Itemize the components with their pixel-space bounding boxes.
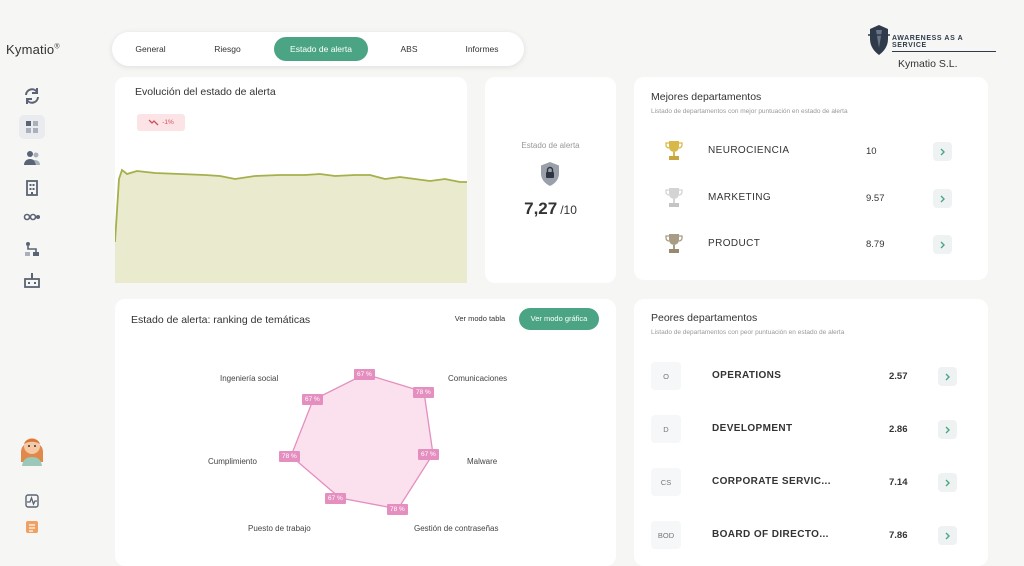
alert-state-card: Estado de alerta 7,27/10 <box>485 77 616 283</box>
workflow-icon[interactable] <box>19 237 45 261</box>
best-dept-row[interactable]: MARKETING 9.57 <box>634 184 988 214</box>
worst-dept-row[interactable]: CS CORPORATE SERVIC... 7.14 <box>634 468 988 498</box>
worst-departments-subtitle: Listado de departamentos con peor puntua… <box>651 329 845 336</box>
shield-logo-icon <box>868 25 890 55</box>
evolution-title: Evolución del estado de alerta <box>135 86 276 98</box>
evolution-area <box>115 170 467 283</box>
radar-label-comunicaciones: Comunicaciones <box>448 374 508 383</box>
document-icon[interactable] <box>19 515 45 539</box>
sidebar: Kymatio® <box>0 0 64 566</box>
dept-detail-button[interactable] <box>933 189 952 208</box>
refresh-icon[interactable] <box>19 84 45 108</box>
ranking-card: Estado de alerta: ranking de temáticas V… <box>115 299 616 566</box>
best-dept-row[interactable]: PRODUCT 8.79 <box>634 230 988 260</box>
user-avatar[interactable] <box>18 432 46 466</box>
radar-label-gestion-contrasenas: Gestión de contraseñas <box>414 524 499 533</box>
dept-detail-button[interactable] <box>938 526 957 545</box>
tab-informes[interactable]: Informes <box>456 37 508 61</box>
dept-detail-button[interactable] <box>938 473 957 492</box>
worst-dept-row[interactable]: BOD BOARD OF DIRECTO... 7.86 <box>634 521 988 551</box>
trophy-silver-icon <box>665 188 683 207</box>
users-icon[interactable] <box>19 146 45 170</box>
radar-label-cumplimiento: Cumplimiento <box>208 457 257 466</box>
dept-initial: D <box>651 415 681 443</box>
dept-name: DEVELOPMENT <box>712 423 793 434</box>
chevron-right-icon <box>945 426 950 433</box>
evolution-card: Evolución del estado de alerta -1% <box>115 77 467 283</box>
trend-down-icon <box>148 119 159 126</box>
dept-initial: BOD <box>651 521 681 549</box>
chevron-right-icon <box>940 195 945 202</box>
radar-label-malware: Malware <box>467 457 498 466</box>
settings-sliders-icon[interactable] <box>19 205 45 229</box>
chevron-right-icon <box>945 532 950 539</box>
dept-score: 10 <box>866 146 877 157</box>
radar-value: 67 % <box>302 394 323 405</box>
trend-badge: -1% <box>137 114 185 131</box>
dept-name: CORPORATE SERVIC... <box>712 476 831 487</box>
dashboard-icon[interactable] <box>19 115 45 139</box>
chevron-right-icon <box>940 148 945 155</box>
alert-state-value: 7,27/10 <box>524 199 577 218</box>
best-departments-card: Mejores departamentos Listado de departa… <box>634 77 988 280</box>
radar-value: 67 % <box>418 449 439 460</box>
radar-value: 78 % <box>387 504 408 515</box>
best-departments-subtitle: Listado de departamentos con mejor puntu… <box>651 108 848 115</box>
dept-name: NEUROCIENCIA <box>708 145 790 156</box>
radar-value: 67 % <box>354 369 375 380</box>
radar-label-ingenieria-social: Ingeniería social <box>220 374 279 383</box>
worst-dept-row[interactable]: D DEVELOPMENT 2.86 <box>634 415 988 445</box>
dept-detail-button[interactable] <box>938 367 957 386</box>
worst-departments-card: Peores departamentos Listado de departam… <box>634 299 988 566</box>
dept-initial: O <box>651 362 681 390</box>
brand-tagline: AWARENESS AS A SERVICE <box>892 35 996 52</box>
dept-initial: CS <box>651 468 681 496</box>
trophy-bronze-icon <box>665 234 683 253</box>
alert-state-label: Estado de alerta <box>521 141 580 150</box>
dept-detail-button[interactable] <box>938 420 957 439</box>
dept-score: 9.57 <box>866 193 885 204</box>
trophy-gold-icon <box>665 141 683 160</box>
main-tabs: General Riesgo Estado de alerta ABS Info… <box>112 32 524 66</box>
building-icon[interactable] <box>19 176 45 200</box>
activity-icon[interactable] <box>19 489 45 513</box>
chevron-right-icon <box>945 373 950 380</box>
brand-header: AWARENESS AS A SERVICE Kymatio S.L. <box>866 22 996 72</box>
shield-lock-icon <box>541 162 559 186</box>
worst-departments-title: Peores departamentos <box>651 312 758 324</box>
radar-value: 78 % <box>413 387 434 398</box>
chevron-right-icon <box>945 479 950 486</box>
dept-name: BOARD OF DIRECTO... <box>712 529 829 540</box>
best-dept-row[interactable]: NEUROCIENCIA 10 <box>634 137 988 167</box>
radar-value: 67 % <box>325 493 346 504</box>
app-logo[interactable]: Kymatio® <box>6 42 60 57</box>
dept-score: 8.79 <box>866 239 885 250</box>
radar-value: 78 % <box>279 451 300 462</box>
dept-score: 7.86 <box>889 530 908 541</box>
tab-general[interactable]: General <box>124 37 177 61</box>
radar-label-puesto-trabajo: Puesto de trabajo <box>248 524 311 533</box>
tab-estado-de-alerta[interactable]: Estado de alerta <box>274 37 368 61</box>
worst-dept-row[interactable]: O OPERATIONS 2.57 <box>634 362 988 392</box>
best-departments-title: Mejores departamentos <box>651 91 762 103</box>
tab-riesgo[interactable]: Riesgo <box>201 37 254 61</box>
tab-abs[interactable]: ABS <box>384 37 434 61</box>
radar-chart <box>290 373 434 510</box>
chevron-right-icon <box>940 241 945 248</box>
dept-detail-button[interactable] <box>933 142 952 161</box>
factory-icon[interactable] <box>19 268 45 292</box>
dept-score: 2.86 <box>889 424 908 435</box>
dept-score: 2.57 <box>889 371 908 382</box>
dept-detail-button[interactable] <box>933 235 952 254</box>
evolution-area-chart <box>115 168 467 283</box>
dept-name: PRODUCT <box>708 238 761 249</box>
dept-name: OPERATIONS <box>712 370 782 381</box>
dept-score: 7.14 <box>889 477 908 488</box>
company-name: Kymatio S.L. <box>898 58 958 70</box>
dept-name: MARKETING <box>708 192 772 203</box>
